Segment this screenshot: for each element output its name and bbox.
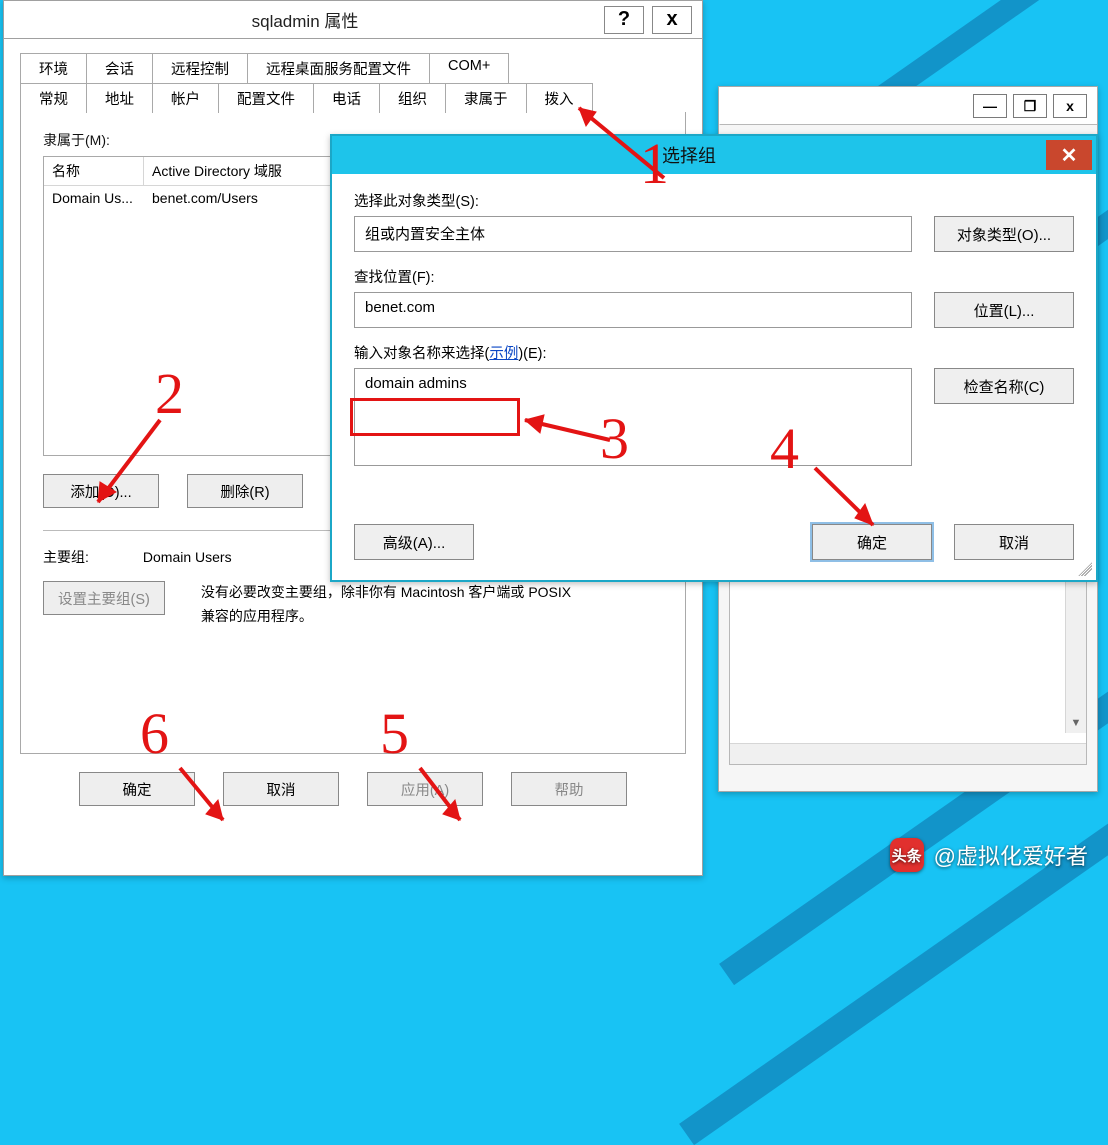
tab-row-back: 环境 会话 远程控制 远程桌面服务配置文件 COM+ (20, 53, 686, 84)
tab-general[interactable]: 常规 (20, 83, 87, 113)
resize-grip-icon[interactable] (1078, 562, 1092, 576)
column-name[interactable]: 名称 (44, 157, 144, 185)
close-button[interactable]: ✕ (1046, 140, 1092, 170)
set-primary-group-button[interactable]: 设置主要组(S) (43, 581, 165, 615)
tab-environment[interactable]: 环境 (20, 53, 87, 84)
tab-member-of[interactable]: 隶属于 (445, 83, 527, 113)
object-type-field: 组或内置安全主体 (354, 216, 912, 252)
primary-group-label: 主要组: (43, 547, 89, 567)
cancel-button[interactable]: 取消 (954, 524, 1074, 560)
primary-group-note: 没有必要改变主要组，除非你有 Macintosh 客户端或 POSIX 兼容的应… (201, 581, 581, 629)
advanced-button[interactable]: 高级(A)... (354, 524, 474, 560)
ok-button[interactable]: 确定 (79, 772, 195, 806)
minimize-button[interactable]: — (973, 94, 1007, 118)
location-label: 查找位置(F): (354, 266, 1074, 287)
tab-dialin[interactable]: 拨入 (526, 83, 593, 113)
horizontal-scrollbar[interactable] (730, 743, 1086, 764)
tab-account[interactable]: 帐户 (152, 83, 219, 113)
tab-rds-profile[interactable]: 远程桌面服务配置文件 (247, 53, 430, 84)
help-button[interactable]: ? (604, 6, 644, 34)
apply-button[interactable]: 应用(A) (367, 772, 483, 806)
tab-profile[interactable]: 配置文件 (218, 83, 314, 113)
check-names-button[interactable]: 检查名称(C) (934, 368, 1074, 404)
examples-link[interactable]: 示例 (489, 346, 518, 362)
primary-group-value: Domain Users (143, 549, 232, 565)
location-field: benet.com (354, 292, 912, 328)
cell-name[interactable]: Domain Us... (44, 186, 144, 210)
close-button[interactable]: x (652, 6, 692, 34)
dialog-title: sqladmin 属性 (14, 7, 596, 32)
tab-address[interactable]: 地址 (86, 83, 153, 113)
tab-row-front: 常规 地址 帐户 配置文件 电话 组织 隶属于 拨入 (20, 83, 686, 113)
tab-organization[interactable]: 组织 (379, 83, 446, 113)
remove-button[interactable]: 删除(R) (187, 474, 303, 508)
locations-button[interactable]: 位置(L)... (934, 292, 1074, 328)
watermark-text: @虚拟化爱好者 (934, 839, 1088, 871)
help-button[interactable]: 帮助 (511, 772, 627, 806)
object-names-input[interactable]: domain admins (354, 368, 912, 466)
dialog-title: 选择组 (332, 142, 1046, 168)
object-type-label: 选择此对象类型(S): (354, 190, 1074, 211)
tab-complus[interactable]: COM+ (429, 53, 509, 84)
object-names-label: 输入对象名称来选择(示例)(E): (354, 342, 1074, 363)
restore-button[interactable]: ❐ (1013, 94, 1047, 118)
add-button[interactable]: 添加(D)... (43, 474, 159, 508)
toutiao-logo-icon: 头条 (890, 838, 924, 872)
close-button[interactable]: x (1053, 94, 1087, 118)
ok-button[interactable]: 确定 (812, 524, 932, 560)
watermark: 头条 @虚拟化爱好者 (890, 838, 1088, 872)
tab-remote-control[interactable]: 远程控制 (152, 53, 248, 84)
tab-sessions[interactable]: 会话 (86, 53, 153, 84)
select-group-dialog: 选择组 ✕ 选择此对象类型(S): 组或内置安全主体 对象类型(O)... 查找… (330, 134, 1098, 582)
object-types-button[interactable]: 对象类型(O)... (934, 216, 1074, 252)
tab-telephones[interactable]: 电话 (313, 83, 380, 113)
cancel-button[interactable]: 取消 (223, 772, 339, 806)
